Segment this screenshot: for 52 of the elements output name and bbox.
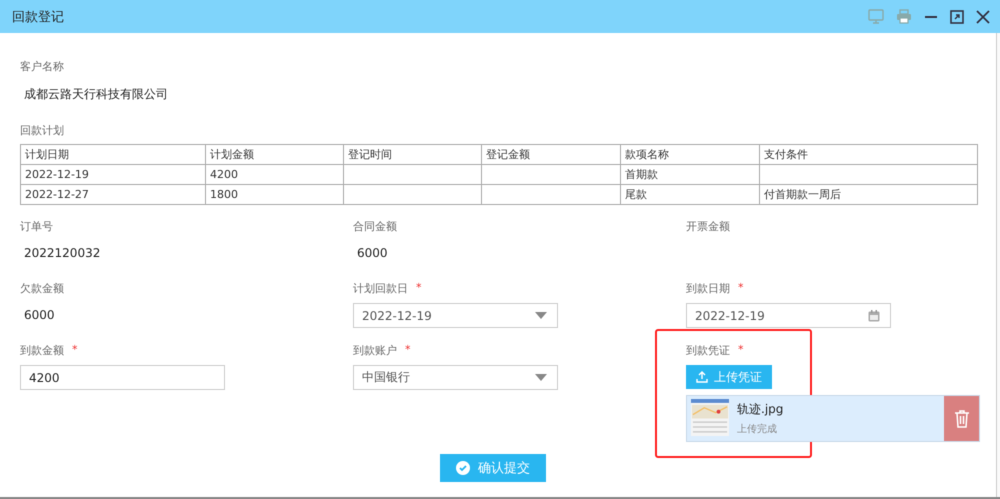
- calendar-icon: [868, 310, 880, 322]
- table-cell: 付首期款一周后: [760, 184, 978, 204]
- scrollbar[interactable]: [996, 33, 1000, 497]
- caret-icon: [535, 312, 547, 319]
- table-cell: 2022-12-27: [20, 184, 206, 204]
- field-label: 订单号: [20, 219, 53, 234]
- field-label: 到款日期: [686, 281, 730, 296]
- dropdown-field[interactable]: 2022-12-19: [353, 303, 558, 328]
- maximize-icon[interactable]: [950, 10, 964, 24]
- column-header: 计划金额: [206, 144, 344, 164]
- required-mark: *: [405, 343, 410, 358]
- field-value: 2022120032: [23, 246, 102, 260]
- amount-field[interactable]: 4200: [20, 365, 225, 390]
- table-cell: 2022-12-19: [20, 164, 206, 184]
- field-label: 合同金额: [353, 219, 397, 234]
- field-label: 到款账户: [353, 343, 397, 358]
- field-label: 到款金额: [20, 343, 64, 358]
- column-header: 计划日期: [20, 144, 206, 164]
- field-value: 6000: [23, 308, 56, 322]
- column-header: 登记金额: [482, 144, 620, 164]
- file-name: 轨迹.jpg: [737, 401, 784, 418]
- required-mark: *: [738, 343, 744, 358]
- check-circle-icon: [456, 461, 470, 475]
- table-cell: 尾款: [620, 184, 760, 204]
- upload-status: 上传完成: [737, 422, 778, 436]
- dropdown-field[interactable]: 中国银行: [353, 365, 558, 390]
- field-label: 欠款金额: [20, 281, 64, 296]
- required-mark: *: [738, 281, 744, 296]
- close-icon[interactable]: [976, 10, 990, 24]
- column-header: 款项名称: [620, 144, 760, 164]
- date-field[interactable]: 2022-12-19: [686, 303, 891, 328]
- table-cell: 1800: [206, 184, 344, 204]
- field-value: 6000: [356, 246, 389, 260]
- table-cell: 首期款: [620, 164, 760, 184]
- field-label: 开票金额: [686, 219, 730, 234]
- table-cell: 4200: [206, 164, 344, 184]
- customer-name: 成都云路天行科技有限公司: [23, 86, 169, 103]
- monitor-icon[interactable]: [868, 9, 884, 24]
- caret-icon: [535, 374, 547, 381]
- field-label: 计划回款日: [353, 281, 408, 296]
- upload-icon: [696, 371, 708, 383]
- field-label: 到款凭证: [686, 343, 730, 358]
- field-label: 客户名称: [20, 59, 65, 74]
- section-label: 回款计划: [20, 123, 65, 138]
- delete-button[interactable]: [944, 396, 979, 441]
- trash-icon: [954, 410, 970, 428]
- column-header: 支付条件: [760, 144, 978, 164]
- required-mark: *: [72, 343, 78, 358]
- required-mark: *: [416, 281, 422, 296]
- window-title: 回款登记: [12, 8, 65, 26]
- column-header: 登记时间: [344, 144, 482, 164]
- print-icon[interactable]: [896, 9, 912, 24]
